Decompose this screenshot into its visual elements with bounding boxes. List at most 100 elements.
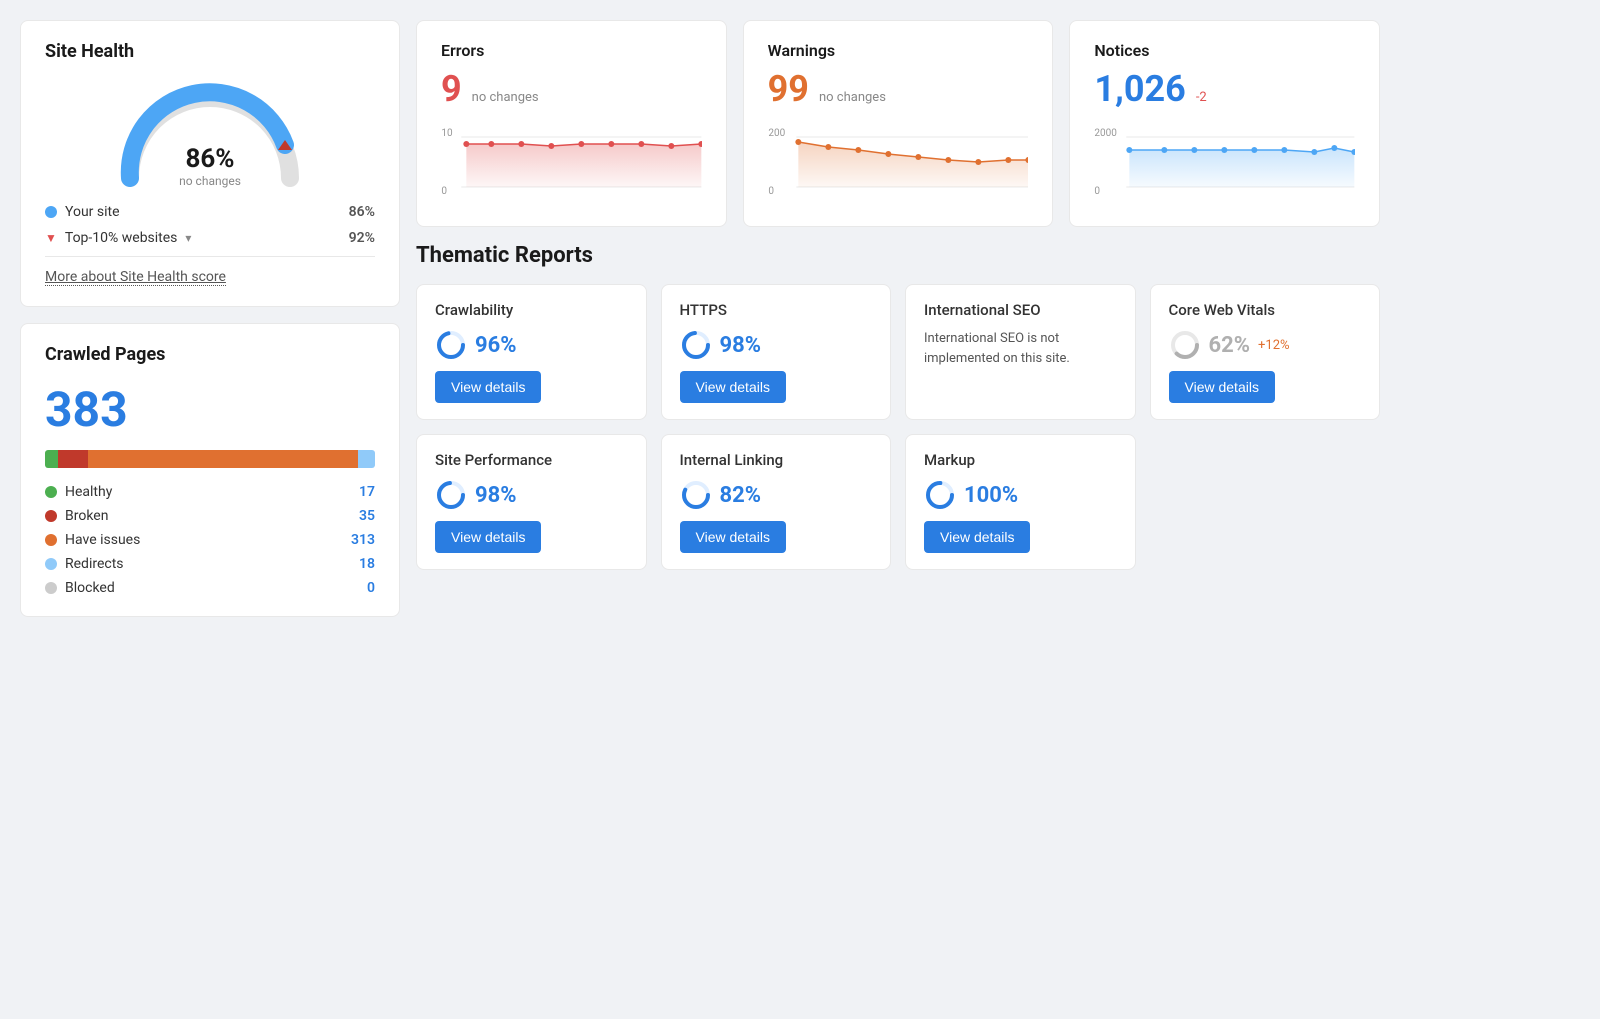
markup-donut xyxy=(924,479,956,511)
bar-healthy xyxy=(45,450,58,468)
core-web-vitals-change: +12% xyxy=(1258,338,1290,353)
crawled-count: 383 xyxy=(45,381,375,438)
dot-blocked xyxy=(45,582,57,594)
internal-linking-donut xyxy=(680,479,712,511)
divider xyxy=(45,256,375,257)
internal-linking-name: Internal Linking xyxy=(680,451,873,469)
report-crawlability: Crawlability 96% View details xyxy=(416,284,647,420)
bar-redirects xyxy=(358,450,375,468)
top10-value: 92% xyxy=(349,230,375,246)
report-international-seo: International SEO International SEO is n… xyxy=(905,284,1136,420)
svg-text:0: 0 xyxy=(1095,186,1101,197)
site-health-title: Site Health xyxy=(45,41,375,62)
report-core-web-vitals: Core Web Vitals 62% +12% View details xyxy=(1150,284,1381,420)
label-issues: Have issues xyxy=(65,532,140,548)
label-broken: Broken xyxy=(65,508,108,524)
site-performance-score: 98% xyxy=(475,483,517,508)
notices-chart: 2000 0 xyxy=(1094,122,1355,202)
legend-healthy: Healthy 17 xyxy=(45,484,375,500)
errors-card: Errors 9 no changes 10 0 xyxy=(416,20,727,227)
gauge-container: 86% no changes xyxy=(110,78,310,188)
crawlability-view-details-button[interactable]: View details xyxy=(435,371,541,403)
site-health-gauge: 86% no changes xyxy=(45,78,375,188)
notices-label: Notices xyxy=(1094,41,1355,60)
errors-chart: 10 0 xyxy=(441,122,702,202)
more-health-score-link[interactable]: More about Site Health score xyxy=(45,269,226,286)
your-site-value: 86% xyxy=(349,204,375,220)
crawled-pages-card: Crawled Pages 383 Healthy 17 xyxy=(20,323,400,617)
reports-grid-row1: Crawlability 96% View details HTTPS xyxy=(416,284,1380,420)
svg-text:0: 0 xyxy=(441,186,447,197)
bar-broken xyxy=(58,450,88,468)
https-name: HTTPS xyxy=(680,301,873,319)
svg-text:0: 0 xyxy=(768,186,774,197)
dot-issues xyxy=(45,534,57,546)
https-donut xyxy=(680,329,712,361)
value-redirects: 18 xyxy=(359,556,375,572)
notices-value: 1,026 xyxy=(1094,68,1185,110)
top10-chevron-icon[interactable]: ▾ xyxy=(185,231,191,245)
notices-card: Notices 1,026 -2 2000 0 xyxy=(1069,20,1380,227)
your-site-legend: Your site 86% xyxy=(45,204,375,220)
svg-text:200: 200 xyxy=(768,128,785,139)
label-healthy: Healthy xyxy=(65,484,112,500)
report-internal-linking: Internal Linking 82% View details xyxy=(661,434,892,570)
value-issues: 313 xyxy=(351,532,375,548)
warnings-value: 99 xyxy=(768,68,809,110)
international-seo-desc: International SEO is not implemented on … xyxy=(924,329,1117,368)
top10-legend: ▼ Top-10% websites ▾ 92% xyxy=(45,230,375,246)
markup-score: 100% xyxy=(964,483,1018,508)
crawled-pages-title: Crawled Pages xyxy=(45,344,375,365)
internal-linking-view-details-button[interactable]: View details xyxy=(680,521,786,553)
crawlability-name: Crawlability xyxy=(435,301,628,319)
legend-blocked: Blocked 0 xyxy=(45,580,375,596)
your-site-dot xyxy=(45,206,57,218)
legend-redirects: Redirects 18 xyxy=(45,556,375,572)
site-performance-donut xyxy=(435,479,467,511)
warnings-change: no changes xyxy=(819,90,886,105)
warnings-chart: 200 0 xyxy=(768,122,1029,202)
errors-value: 9 xyxy=(441,68,462,110)
https-view-details-button[interactable]: View details xyxy=(680,371,786,403)
label-blocked: Blocked xyxy=(65,580,115,596)
crawlability-donut xyxy=(435,329,467,361)
core-web-vitals-score: 62% xyxy=(1209,333,1251,358)
metrics-row: Errors 9 no changes 10 0 xyxy=(416,20,1380,227)
gauge-percent: 86% xyxy=(179,144,241,174)
label-redirects: Redirects xyxy=(65,556,124,572)
crawled-legend: Healthy 17 Broken 35 Have issues xyxy=(45,484,375,596)
svg-text:2000: 2000 xyxy=(1095,128,1118,139)
site-performance-name: Site Performance xyxy=(435,451,628,469)
report-site-performance: Site Performance 98% View details xyxy=(416,434,647,570)
errors-change: no changes xyxy=(472,90,539,105)
core-web-vitals-view-details-button[interactable]: View details xyxy=(1169,371,1275,403)
site-health-card: Site Health 86% no changes xyxy=(20,20,400,307)
bar-issues xyxy=(88,450,359,468)
your-site-label: Your site xyxy=(65,204,120,220)
markup-name: Markup xyxy=(924,451,1117,469)
internal-linking-score: 82% xyxy=(720,483,762,508)
crawled-bar xyxy=(45,450,375,468)
reports-grid-row2: Site Performance 98% View details Intern… xyxy=(416,434,1380,570)
dot-healthy xyxy=(45,486,57,498)
dot-broken xyxy=(45,510,57,522)
https-score: 98% xyxy=(720,333,762,358)
dot-redirects xyxy=(45,558,57,570)
report-empty-slot xyxy=(1150,434,1381,570)
core-web-vitals-donut xyxy=(1169,329,1201,361)
errors-label: Errors xyxy=(441,41,702,60)
legend-issues: Have issues 313 xyxy=(45,532,375,548)
core-web-vitals-name: Core Web Vitals xyxy=(1169,301,1362,319)
thematic-reports-section: Thematic Reports Crawlability 96% View d… xyxy=(416,243,1380,570)
value-healthy: 17 xyxy=(359,484,375,500)
report-markup: Markup 100% View details xyxy=(905,434,1136,570)
top10-arrow-icon: ▼ xyxy=(45,231,57,245)
notices-change: -2 xyxy=(1196,90,1207,105)
svg-text:10: 10 xyxy=(441,128,453,139)
value-broken: 35 xyxy=(359,508,375,524)
thematic-reports-title: Thematic Reports xyxy=(416,243,1380,268)
warnings-label: Warnings xyxy=(768,41,1029,60)
markup-view-details-button[interactable]: View details xyxy=(924,521,1030,553)
site-performance-view-details-button[interactable]: View details xyxy=(435,521,541,553)
legend-broken: Broken 35 xyxy=(45,508,375,524)
